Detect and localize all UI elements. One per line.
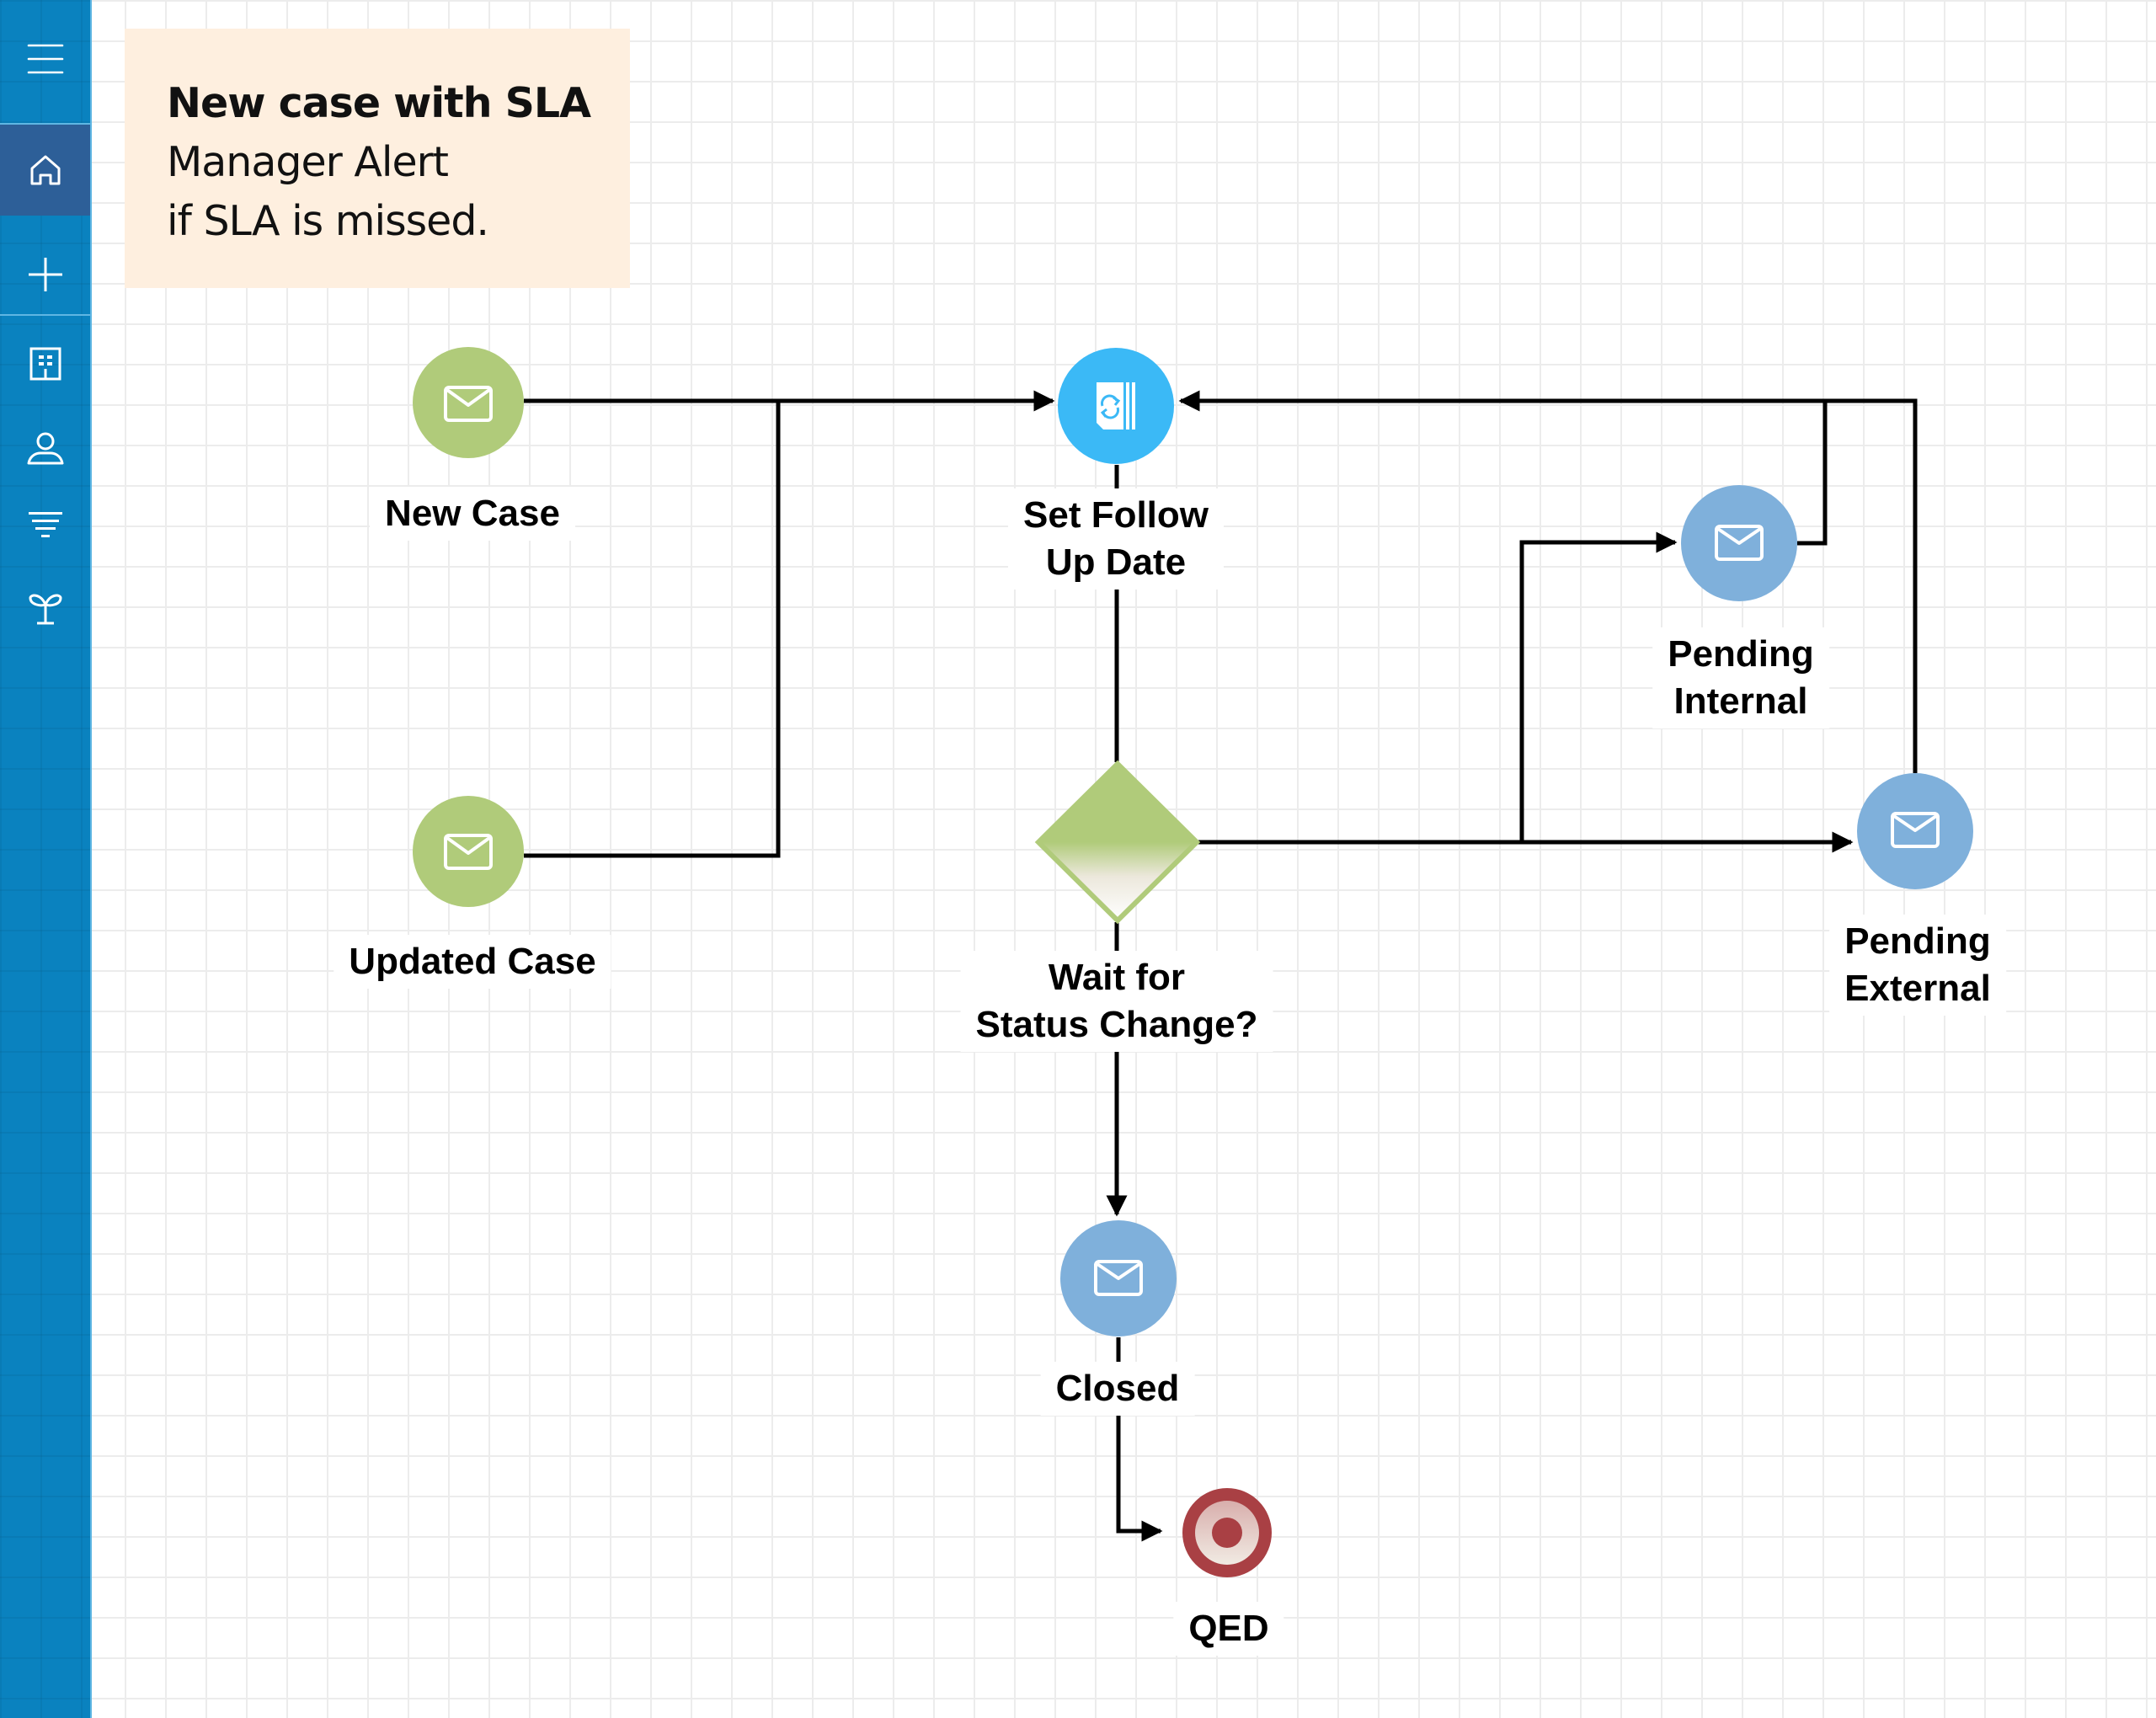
node-qed-end[interactable] xyxy=(1182,1488,1272,1577)
label-line: Wait for xyxy=(1048,957,1186,998)
label-new-case: New Case xyxy=(370,487,575,541)
edge-updated-case-to-set-follow-up[interactable] xyxy=(524,401,781,858)
label-line: External xyxy=(1844,968,1991,1009)
label-closed: Closed xyxy=(1040,1362,1195,1416)
label-line: Internal xyxy=(1673,680,1808,722)
label-pending-external: Pending External xyxy=(1829,915,2006,1016)
label-updated-case: Updated Case xyxy=(334,935,611,989)
node-pending-internal[interactable] xyxy=(1681,485,1797,601)
label-set-follow-up: Set Follow Up Date xyxy=(1008,488,1224,590)
label-pending-internal: Pending Internal xyxy=(1652,627,1829,728)
node-new-case[interactable] xyxy=(413,347,524,458)
edge-pending-internal-to-set-follow-up[interactable] xyxy=(1797,401,1828,546)
label-wait-status: Wait for Status Change? xyxy=(960,951,1273,1052)
label-line: Pending xyxy=(1844,920,1991,962)
node-wait-status-gateway[interactable] xyxy=(1034,760,1201,925)
label-line: Set Follow xyxy=(1023,494,1209,536)
node-updated-case[interactable] xyxy=(413,796,524,907)
label-line: Pending xyxy=(1668,633,1814,675)
process-diagram xyxy=(413,347,1973,1577)
node-set-follow-up[interactable] xyxy=(1058,348,1174,464)
label-line: Status Change? xyxy=(975,1004,1258,1045)
node-pending-external[interactable] xyxy=(1857,773,1973,889)
node-closed[interactable] xyxy=(1060,1220,1177,1337)
label-qed: QED xyxy=(1173,1602,1284,1656)
label-line: New Case xyxy=(385,493,560,534)
label-line: Updated Case xyxy=(349,941,596,982)
label-line: QED xyxy=(1188,1608,1269,1649)
label-line: Up Date xyxy=(1045,542,1187,583)
label-line: Closed xyxy=(1055,1368,1180,1409)
